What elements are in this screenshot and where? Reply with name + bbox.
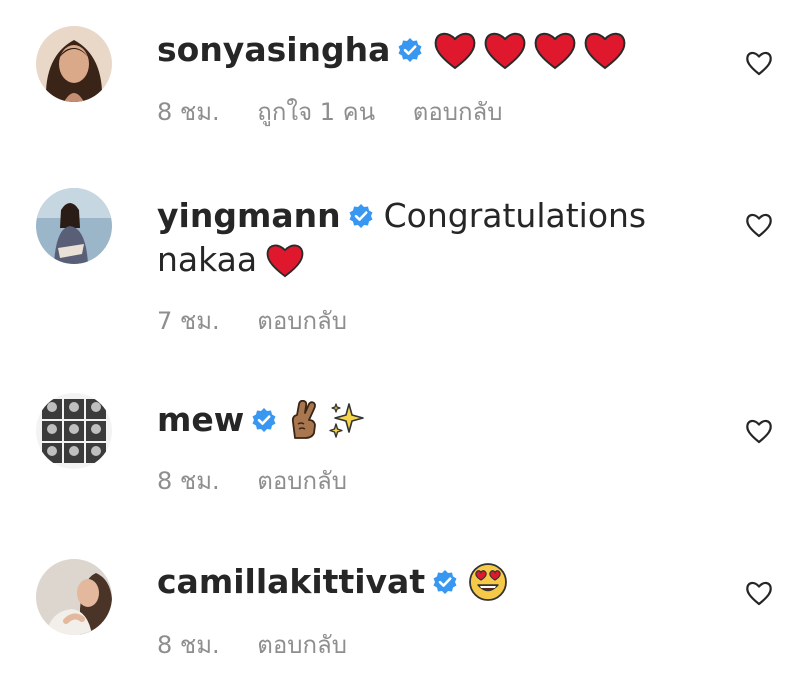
comment-item: camillakittivat 8 ชม. ตอบกลับ: [0, 0, 800, 682]
username[interactable]: camillakittivat: [157, 562, 425, 602]
like-button[interactable]: [745, 580, 773, 606]
reply-button[interactable]: ตอบกลับ: [257, 630, 347, 660]
avatar[interactable]: [36, 559, 112, 635]
comment-time: 8 ชม.: [157, 631, 220, 659]
heart-outline-icon: [746, 581, 772, 606]
verified-badge-icon: [432, 569, 458, 595]
heart-eyes-face-emoji-icon: [468, 562, 508, 602]
